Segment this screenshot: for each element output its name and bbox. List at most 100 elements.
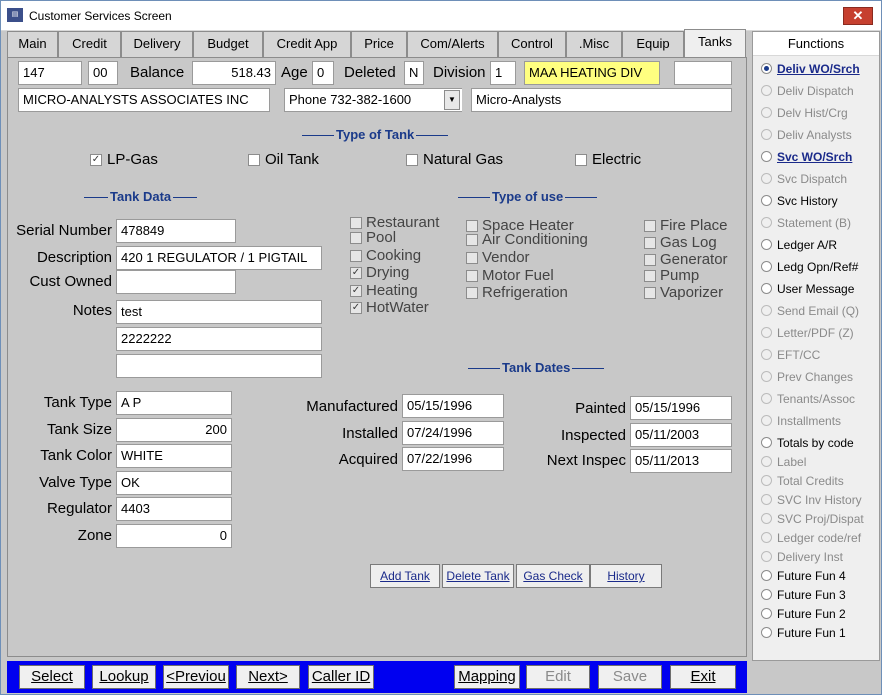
tab-misc[interactable]: .Misc: [566, 31, 622, 57]
valve-type-field[interactable]: OK: [116, 471, 232, 495]
natural-gas-checkbox[interactable]: [406, 154, 418, 166]
radio-icon[interactable]: [761, 475, 772, 486]
function-item[interactable]: Statement (B): [761, 216, 851, 234]
tab-price[interactable]: Price: [351, 31, 407, 57]
space-heater-checkbox[interactable]: [466, 220, 478, 232]
exit-button[interactable]: Exit: [670, 665, 736, 689]
cust-owned-field[interactable]: [116, 270, 236, 294]
radio-icon[interactable]: [761, 551, 772, 562]
function-item[interactable]: Send Email (Q): [761, 304, 859, 322]
tab-budget[interactable]: Budget: [193, 31, 263, 57]
installed-field[interactable]: 07/24/1996: [402, 421, 504, 445]
radio-icon[interactable]: [761, 327, 772, 338]
tab-main[interactable]: Main: [7, 31, 58, 57]
lp-gas-checkbox[interactable]: ✓: [90, 154, 102, 166]
function-item[interactable]: EFT/CC: [761, 348, 820, 366]
function-item[interactable]: Svc Dispatch: [761, 172, 847, 190]
radio-icon[interactable]: [761, 261, 772, 272]
function-item[interactable]: Prev Changes: [761, 370, 853, 388]
radio-icon[interactable]: [761, 608, 772, 619]
tank-color-field[interactable]: WHITE: [116, 444, 232, 468]
radio-icon[interactable]: [761, 173, 772, 184]
phone-select[interactable]: Phone 732-382-1600: [284, 88, 462, 112]
tab-delivery[interactable]: Delivery: [121, 31, 193, 57]
function-item[interactable]: Delv Hist/Crg: [761, 106, 848, 124]
next-inspec-field[interactable]: 05/11/2013: [630, 449, 732, 473]
radio-icon[interactable]: [761, 494, 772, 505]
fire-place-checkbox[interactable]: [644, 220, 656, 232]
radio-icon[interactable]: [761, 570, 772, 581]
tank-type-field[interactable]: A P: [116, 391, 232, 415]
motor-fuel-checkbox[interactable]: [466, 270, 478, 282]
function-item[interactable]: Delivery Inst: [761, 550, 843, 568]
function-item[interactable]: Totals by code: [761, 436, 854, 454]
function-item[interactable]: Deliv Analysts: [761, 128, 852, 146]
radio-icon[interactable]: [761, 627, 772, 638]
function-item[interactable]: Future Fun 4: [761, 569, 846, 587]
close-button[interactable]: ✕: [843, 7, 873, 25]
description-field[interactable]: 420 1 REGULATOR / 1 PIGTAIL: [116, 246, 322, 270]
cooking-checkbox[interactable]: [350, 250, 362, 262]
radio-icon[interactable]: [761, 415, 772, 426]
radio-icon[interactable]: [761, 195, 772, 206]
delete-tank-button[interactable]: Delete Tank: [442, 564, 514, 588]
manufactured-field[interactable]: 05/15/1996: [402, 394, 504, 418]
radio-icon[interactable]: [761, 63, 772, 74]
radio-icon[interactable]: [761, 217, 772, 228]
division-value[interactable]: 1: [490, 61, 516, 85]
short-name[interactable]: Micro-Analysts: [471, 88, 732, 112]
radio-icon[interactable]: [761, 456, 772, 467]
function-item[interactable]: Svc WO/Srch: [761, 150, 852, 168]
gas-log-checkbox[interactable]: [644, 237, 656, 249]
function-item[interactable]: Deliv Dispatch: [761, 84, 854, 102]
function-item[interactable]: Ledger A/R: [761, 238, 837, 256]
radio-icon[interactable]: [761, 513, 772, 524]
function-item[interactable]: Installments: [761, 414, 841, 432]
function-item[interactable]: User Message: [761, 282, 854, 300]
radio-icon[interactable]: [761, 349, 772, 360]
phone-dropdown-button[interactable]: ▼: [444, 90, 460, 110]
account-number[interactable]: 147: [18, 61, 82, 85]
function-item[interactable]: Future Fun 1: [761, 626, 846, 644]
drying-checkbox[interactable]: ✓: [350, 267, 362, 279]
account-sub[interactable]: 00: [88, 61, 118, 85]
zone-field[interactable]: 0: [116, 524, 232, 548]
pool-checkbox[interactable]: [350, 232, 362, 244]
restaurant-checkbox[interactable]: [350, 217, 362, 229]
radio-icon[interactable]: [761, 305, 772, 316]
lookup-button[interactable]: Lookup: [92, 665, 156, 689]
radio-icon[interactable]: [761, 437, 772, 448]
hotwater-checkbox[interactable]: ✓: [350, 302, 362, 314]
next-button[interactable]: Next>: [236, 665, 300, 689]
save-button[interactable]: Save: [598, 665, 662, 689]
notes-line-1[interactable]: test: [116, 300, 322, 324]
select-button[interactable]: Select: [19, 665, 85, 689]
acquired-field[interactable]: 07/22/1996: [402, 447, 504, 471]
regulator-field[interactable]: 4403: [116, 497, 232, 521]
radio-icon[interactable]: [761, 371, 772, 382]
caller-id-button[interactable]: Caller ID: [308, 665, 374, 689]
radio-icon[interactable]: [761, 589, 772, 600]
tab-credit-app[interactable]: Credit App: [263, 31, 351, 57]
radio-icon[interactable]: [761, 151, 772, 162]
tab-control[interactable]: Control: [498, 31, 566, 57]
edit-button[interactable]: Edit: [526, 665, 590, 689]
function-item[interactable]: Letter/PDF (Z): [761, 326, 854, 344]
gas-check-button[interactable]: Gas Check: [516, 564, 590, 588]
previous-button[interactable]: <Previou: [163, 665, 229, 689]
tab-equip[interactable]: Equip: [622, 31, 684, 57]
function-item[interactable]: Deliv WO/Srch: [761, 62, 860, 80]
radio-icon[interactable]: [761, 107, 772, 118]
painted-field[interactable]: 05/15/1996: [630, 396, 732, 420]
radio-icon[interactable]: [761, 239, 772, 250]
tab-com-alerts[interactable]: Com/Alerts: [407, 31, 498, 57]
function-item[interactable]: Ledg Opn/Ref#: [761, 260, 858, 278]
deleted-value[interactable]: N: [404, 61, 424, 85]
radio-icon[interactable]: [761, 283, 772, 294]
radio-icon[interactable]: [761, 85, 772, 96]
function-item[interactable]: Future Fun 3: [761, 588, 846, 606]
refrigeration-checkbox[interactable]: [466, 287, 478, 299]
heating-checkbox[interactable]: ✓: [350, 285, 362, 297]
history-button[interactable]: History: [590, 564, 662, 588]
air-conditioning-checkbox[interactable]: [466, 234, 478, 246]
